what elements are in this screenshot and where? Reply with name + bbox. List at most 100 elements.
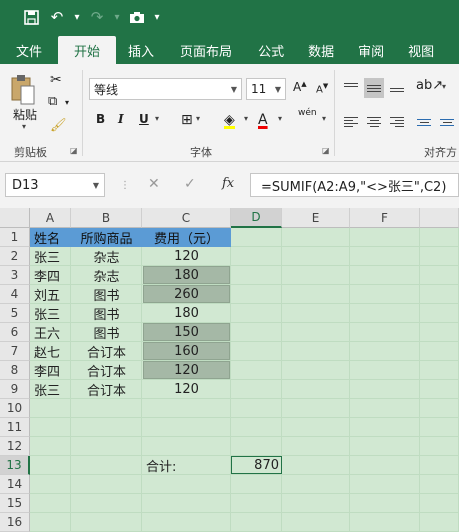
tab-home[interactable]: 开始 (58, 36, 117, 64)
clipboard-launcher-icon[interactable]: ◪ (70, 146, 78, 155)
cancel-formula-icon[interactable]: ✕ (148, 176, 160, 192)
row-header-3[interactable]: 3 (0, 266, 30, 285)
row-header-10[interactable]: 10 (0, 399, 30, 418)
undo-icon[interactable]: ↶ (44, 5, 70, 29)
column-header-d[interactable]: D (231, 208, 282, 228)
table-cell[interactable]: 张三 (30, 304, 71, 323)
cost-cell[interactable]: 180 (142, 304, 231, 323)
table-cell[interactable]: 王六 (30, 323, 71, 342)
table-cell[interactable]: 合订本 (71, 361, 142, 380)
undo-dropdown-icon[interactable]: ▾ (70, 5, 84, 29)
table-header-cell[interactable]: 所购商品 (71, 228, 142, 247)
fill-color-icon[interactable]: ◈ (224, 112, 235, 129)
table-cell[interactable]: 张三 (30, 247, 71, 266)
decrease-font-size-icon[interactable]: A▼ (316, 82, 328, 95)
row-header-15[interactable]: 15 (0, 494, 30, 513)
borders-icon[interactable]: ⊞ (181, 112, 193, 128)
row-header-14[interactable]: 14 (0, 475, 30, 494)
table-cell[interactable]: 图书 (71, 304, 142, 323)
cost-cell[interactable]: 120 (142, 247, 231, 266)
tab-review[interactable]: 审阅 (346, 36, 396, 64)
column-header-c[interactable]: C (142, 208, 231, 228)
orientation-icon[interactable]: ab↗ (416, 78, 443, 93)
align-left-icon[interactable] (341, 112, 361, 132)
column-header-g[interactable] (420, 208, 459, 228)
cost-cell[interactable]: 160 (143, 342, 230, 360)
column-header-f[interactable]: F (350, 208, 420, 228)
table-cell[interactable]: 合订本 (71, 380, 142, 399)
column-header-a[interactable]: A (30, 208, 71, 228)
table-header-cell[interactable]: 费用（元） (142, 228, 231, 247)
insert-function-button[interactable]: fx (222, 176, 234, 191)
total-value-cell[interactable]: 870 (231, 456, 282, 474)
confirm-formula-icon[interactable]: ✓ (184, 176, 196, 192)
tab-data[interactable]: 数据 (296, 36, 346, 64)
formula-bar-grip-icon[interactable]: ⋮ (120, 180, 130, 191)
underline-dropdown-icon[interactable]: ▾ (155, 114, 159, 123)
align-right-icon[interactable] (387, 112, 407, 132)
table-cell[interactable]: 图书 (71, 285, 142, 304)
worksheet-grid[interactable]: A B C D E F 1 2 3 4 5 6 7 8 9 10 11 12 13 14 15 16 姓名 所购商品 费用（元）… (0, 208, 459, 532)
font-name-select[interactable]: 等线 ▼ (89, 78, 242, 100)
row-header-12[interactable]: 12 (0, 437, 30, 456)
phonetic-dropdown-icon[interactable]: ▾ (322, 114, 326, 123)
tab-page-layout[interactable]: 页面布局 (166, 36, 246, 64)
tab-insert[interactable]: 插入 (116, 36, 166, 64)
cost-cell[interactable]: 260 (143, 285, 230, 303)
paste-icon[interactable] (10, 74, 36, 106)
table-cell[interactable]: 张三 (30, 380, 71, 399)
row-header-4[interactable]: 4 (0, 285, 30, 304)
table-cell[interactable]: 刘五 (30, 285, 71, 304)
table-cell[interactable]: 赵七 (30, 342, 71, 361)
row-header-13[interactable]: 13 (0, 456, 30, 475)
decrease-indent-icon[interactable] (414, 112, 434, 132)
paste-button[interactable]: 粘贴 (13, 106, 37, 123)
cut-icon[interactable]: ✂ (50, 72, 62, 88)
tab-file[interactable]: 文件 (0, 36, 58, 64)
redo-dropdown-icon[interactable]: ▾ (110, 5, 124, 29)
row-header-8[interactable]: 8 (0, 361, 30, 380)
table-cell[interactable]: 杂志 (71, 266, 142, 285)
font-color-icon[interactable]: A (258, 112, 268, 128)
name-box[interactable]: D13 ▼ (5, 173, 105, 197)
table-header-cell[interactable]: 姓名 (30, 228, 71, 247)
tab-formulas[interactable]: 公式 (246, 36, 296, 64)
formula-input[interactable]: =SUMIF(A2:A9,"<>张三",C2) (250, 173, 459, 197)
row-header-7[interactable]: 7 (0, 342, 30, 361)
row-header-11[interactable]: 11 (0, 418, 30, 437)
row-header-9[interactable]: 9 (0, 380, 30, 399)
increase-indent-icon[interactable] (437, 112, 457, 132)
camera-icon[interactable] (124, 5, 150, 29)
bottom-align-icon[interactable] (387, 78, 407, 98)
redo-icon[interactable]: ↷ (84, 5, 110, 29)
row-header-1[interactable]: 1 (0, 228, 30, 247)
copy-icon[interactable]: ⧉ (48, 94, 57, 109)
align-center-icon[interactable] (364, 112, 384, 132)
bold-button[interactable]: B (96, 112, 105, 126)
column-header-b[interactable]: B (71, 208, 142, 228)
format-painter-icon[interactable]: 🖌 (50, 118, 67, 133)
underline-button[interactable]: U (139, 112, 149, 126)
copy-dropdown-icon[interactable]: ▾ (65, 98, 69, 107)
top-align-icon[interactable] (341, 78, 361, 98)
orientation-dropdown-icon[interactable]: ▾ (442, 82, 446, 91)
row-header-2[interactable]: 2 (0, 247, 30, 266)
customize-dropdown-icon[interactable]: ▾ (150, 5, 164, 29)
table-cell[interactable]: 李四 (30, 266, 71, 285)
row-header-16[interactable]: 16 (0, 513, 30, 532)
phonetic-icon[interactable]: wén (298, 108, 317, 118)
middle-align-icon[interactable] (364, 78, 384, 98)
save-icon[interactable] (18, 5, 44, 29)
table-cell[interactable]: 合订本 (71, 342, 142, 361)
fill-color-dropdown-icon[interactable]: ▾ (244, 114, 248, 123)
increase-font-size-icon[interactable]: A▲ (293, 80, 307, 94)
table-cell[interactable]: 杂志 (71, 247, 142, 266)
cost-cell[interactable]: 120 (143, 361, 230, 379)
paste-dropdown-icon[interactable]: ▾ (22, 122, 26, 131)
borders-dropdown-icon[interactable]: ▾ (196, 114, 200, 123)
tab-view[interactable]: 视图 (396, 36, 446, 64)
select-all-corner[interactable] (0, 208, 30, 228)
row-header-5[interactable]: 5 (0, 304, 30, 323)
table-cell[interactable]: 图书 (71, 323, 142, 342)
font-launcher-icon[interactable]: ◪ (322, 146, 330, 155)
